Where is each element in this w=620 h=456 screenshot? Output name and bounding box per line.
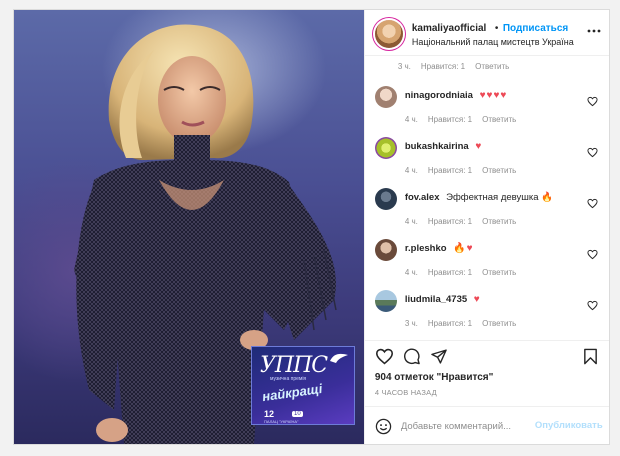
comment-likes[interactable]: Нравится: 1 <box>428 217 472 226</box>
comment-likes[interactable]: Нравится: 1 <box>428 268 472 277</box>
post-sidebar: kamaliyaofficial • Подписаться Національ… <box>363 10 609 444</box>
comment-item: ninagorodniaia ♥♥♥♥ 4 ч. Нравится: 1 Отв… <box>365 86 609 137</box>
comment-text: Эффектная девушка 🔥 <box>446 192 553 203</box>
comment-username[interactable]: fov.alex <box>405 192 440 203</box>
comment-username[interactable]: bukashkairina <box>405 141 469 152</box>
comment-likes[interactable]: Нравится: 1 <box>428 319 472 328</box>
bookmark-save-icon[interactable] <box>583 348 598 365</box>
comment-likes[interactable]: Нравится: 1 <box>428 115 472 124</box>
post-actions <box>364 340 609 370</box>
post-photo[interactable]: УППС музична премія найкращі 12 10 ПАЛАЦ… <box>14 10 364 444</box>
comment-meta: 4 ч. Нравится: 1 Ответить <box>405 268 516 277</box>
promo-headline: найкращі <box>261 380 324 405</box>
follow-button[interactable]: Подписаться <box>503 23 568 34</box>
comment-meta: 3 ч. Нравится: 1 Ответить <box>398 62 509 71</box>
comment-text: ♥ <box>475 141 483 152</box>
comment-item: r.pleshko 🔥♥ 4 ч. Нравится: 1 Ответить <box>365 239 609 290</box>
share-send-icon[interactable] <box>430 348 448 365</box>
avatar[interactable] <box>374 239 397 261</box>
comment-composer: Опубликовать <box>364 406 609 444</box>
comment-username[interactable]: r.pleshko <box>405 243 447 254</box>
emoji-smiley-icon[interactable] <box>375 418 392 435</box>
more-options-icon[interactable] <box>587 24 601 38</box>
post-location[interactable]: Національний палац мистецтв Україна <box>412 37 574 47</box>
post-header: kamaliyaofficial • Подписаться Національ… <box>364 10 609 56</box>
promo-date-day: 12 <box>264 409 275 419</box>
like-comment-heart-icon[interactable] <box>587 96 598 107</box>
promo-badge: УППС музична премія найкращі 12 10 ПАЛАЦ… <box>251 346 355 425</box>
comment-text: ♥ <box>473 294 481 305</box>
comment-time: 4 ч. <box>404 115 418 124</box>
comment-time: 4 ч. <box>404 166 418 175</box>
comment-likes[interactable]: Нравится: 1 <box>421 62 465 71</box>
post-time: 4 ЧАСОВ НАЗАД <box>374 388 437 397</box>
comment-item: bukashkairina ♥ 4 ч. Нравится: 1 Ответит… <box>365 137 609 188</box>
comment-text: 🔥♥ <box>453 243 474 254</box>
like-comment-heart-icon[interactable] <box>587 147 598 158</box>
comment-text: ♥♥♥♥ <box>479 90 508 101</box>
promo-title: УППС <box>260 353 328 378</box>
reply-button[interactable]: Ответить <box>482 268 516 277</box>
reply-button[interactable]: Ответить <box>475 62 509 71</box>
comment-item: liudmila_4735 ♥ 3 ч. Нравится: 1 Ответит… <box>365 290 609 340</box>
comment-item: fov.alex Эффектная девушка 🔥 4 ч. Нравит… <box>365 188 609 239</box>
reply-button[interactable]: Ответить <box>482 319 516 328</box>
likes-count[interactable]: 904 отметок "Нравится" <box>365 370 609 386</box>
like-comment-heart-icon[interactable] <box>587 198 598 209</box>
comment-input[interactable] <box>400 417 531 435</box>
comment-meta: 3 ч. Нравится: 1 Ответить <box>405 319 516 328</box>
like-heart-icon[interactable] <box>375 348 394 365</box>
comment-username[interactable]: ninagorodniaia <box>405 90 473 101</box>
comment-time: 3 ч. <box>404 319 418 328</box>
publish-button[interactable]: Опубликовать <box>535 420 603 431</box>
comment-meta: 4 ч. Нравится: 1 Ответить <box>405 217 516 226</box>
avatar[interactable] <box>374 86 397 108</box>
bird-icon <box>330 353 348 363</box>
promo-venue: ПАЛАЦ "УКРАЇНА" <box>264 419 299 424</box>
separator-dot: • <box>494 23 499 34</box>
avatar[interactable] <box>374 137 397 159</box>
comment-bubble-icon[interactable] <box>403 348 421 365</box>
comment-likes[interactable]: Нравится: 1 <box>428 166 472 175</box>
post-username[interactable]: kamaliyaofficial <box>412 23 486 34</box>
instagram-post: УППС музична премія найкращі 12 10 ПАЛАЦ… <box>13 9 610 445</box>
comment-time: 4 ч. <box>404 217 418 226</box>
comments-list[interactable]: 3 ч. Нравится: 1 Ответить ninagorodniaia… <box>365 56 609 340</box>
avatar[interactable] <box>374 20 403 48</box>
comment-time: 4 ч. <box>404 268 418 277</box>
comment-username[interactable]: liudmila_4735 <box>405 294 467 305</box>
reply-button[interactable]: Ответить <box>482 115 516 124</box>
promo-date-badge: 10 <box>292 411 303 417</box>
comment-meta: 4 ч. Нравится: 1 Ответить <box>405 115 516 124</box>
avatar[interactable] <box>374 290 397 312</box>
promo-subtitle: музична премія <box>270 376 307 382</box>
avatar[interactable] <box>374 188 397 210</box>
reply-button[interactable]: Ответить <box>482 166 516 175</box>
comment-time: 3 ч. <box>397 62 411 71</box>
like-comment-heart-icon[interactable] <box>587 249 598 260</box>
comment-meta: 4 ч. Нравится: 1 Ответить <box>405 166 516 175</box>
like-comment-heart-icon[interactable] <box>587 300 598 311</box>
reply-button[interactable]: Ответить <box>482 217 516 226</box>
